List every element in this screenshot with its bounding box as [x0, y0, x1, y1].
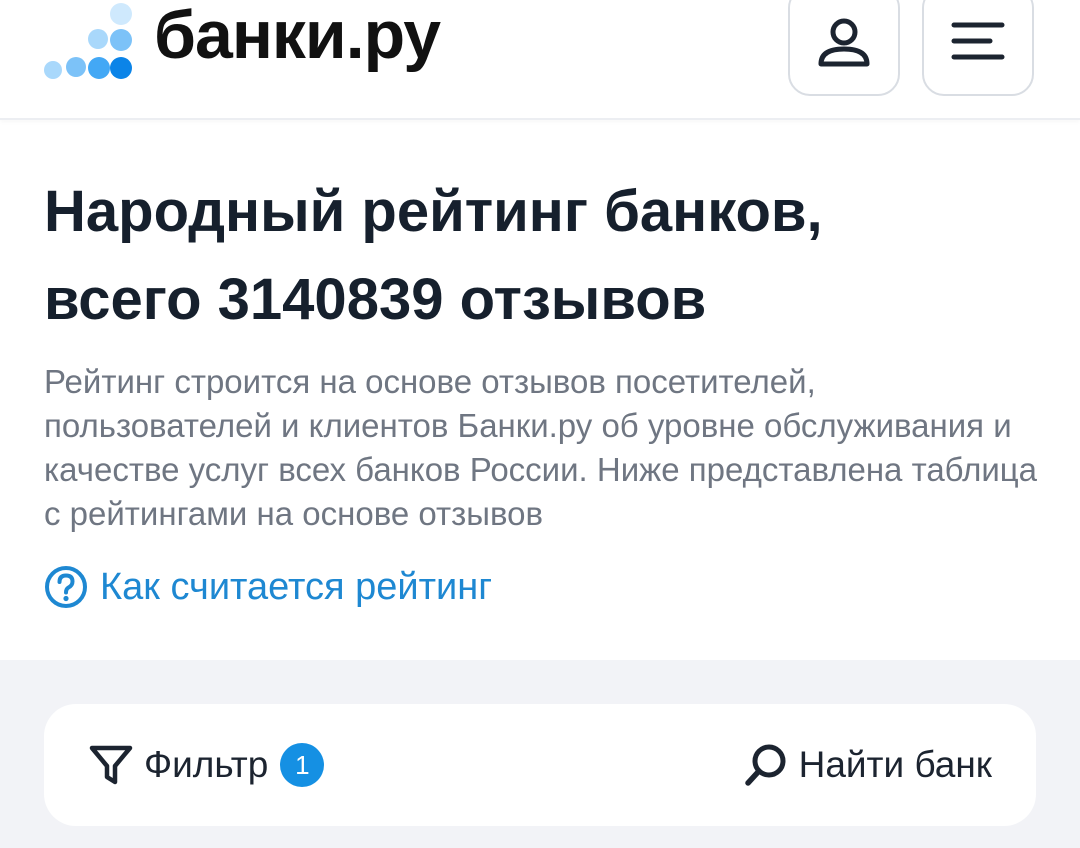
how-rating-calculated-link[interactable]: Как считается рейтинг	[44, 562, 492, 612]
search-icon	[744, 744, 786, 786]
title-line-1: Народный рейтинг банков,	[44, 179, 823, 244]
filter-button[interactable]: Фильтр 1	[88, 734, 325, 796]
filter-label: Фильтр	[144, 744, 269, 785]
profile-button[interactable]	[788, 0, 900, 96]
funnel-icon	[89, 745, 133, 785]
dots-logo-icon	[44, 3, 132, 85]
menu-button[interactable]	[922, 0, 1034, 96]
site-header: банки.ру	[0, 0, 1080, 120]
filter-search-bar: Фильтр 1 Найти банк	[44, 704, 1036, 826]
filter-count-badge: 1	[280, 743, 325, 787]
question-circle-icon	[45, 566, 87, 608]
find-bank-label: Найти банк	[798, 744, 992, 785]
how-link-label: Как считается рейтинг	[100, 565, 493, 608]
hamburger-menu-icon	[951, 22, 1005, 60]
title-line-2: всего 3140839 отзывов	[44, 267, 707, 332]
page-title: Народный рейтинг банков, всего 3140839 о…	[44, 168, 1034, 344]
site-logo[interactable]: банки.ру	[44, 0, 441, 90]
user-icon	[818, 18, 870, 67]
rating-description: Рейтинг строится на основе отзывов посет…	[44, 363, 1038, 532]
find-bank-button[interactable]: Найти банк	[743, 734, 992, 796]
logo-text: банки.ру	[154, 0, 441, 73]
